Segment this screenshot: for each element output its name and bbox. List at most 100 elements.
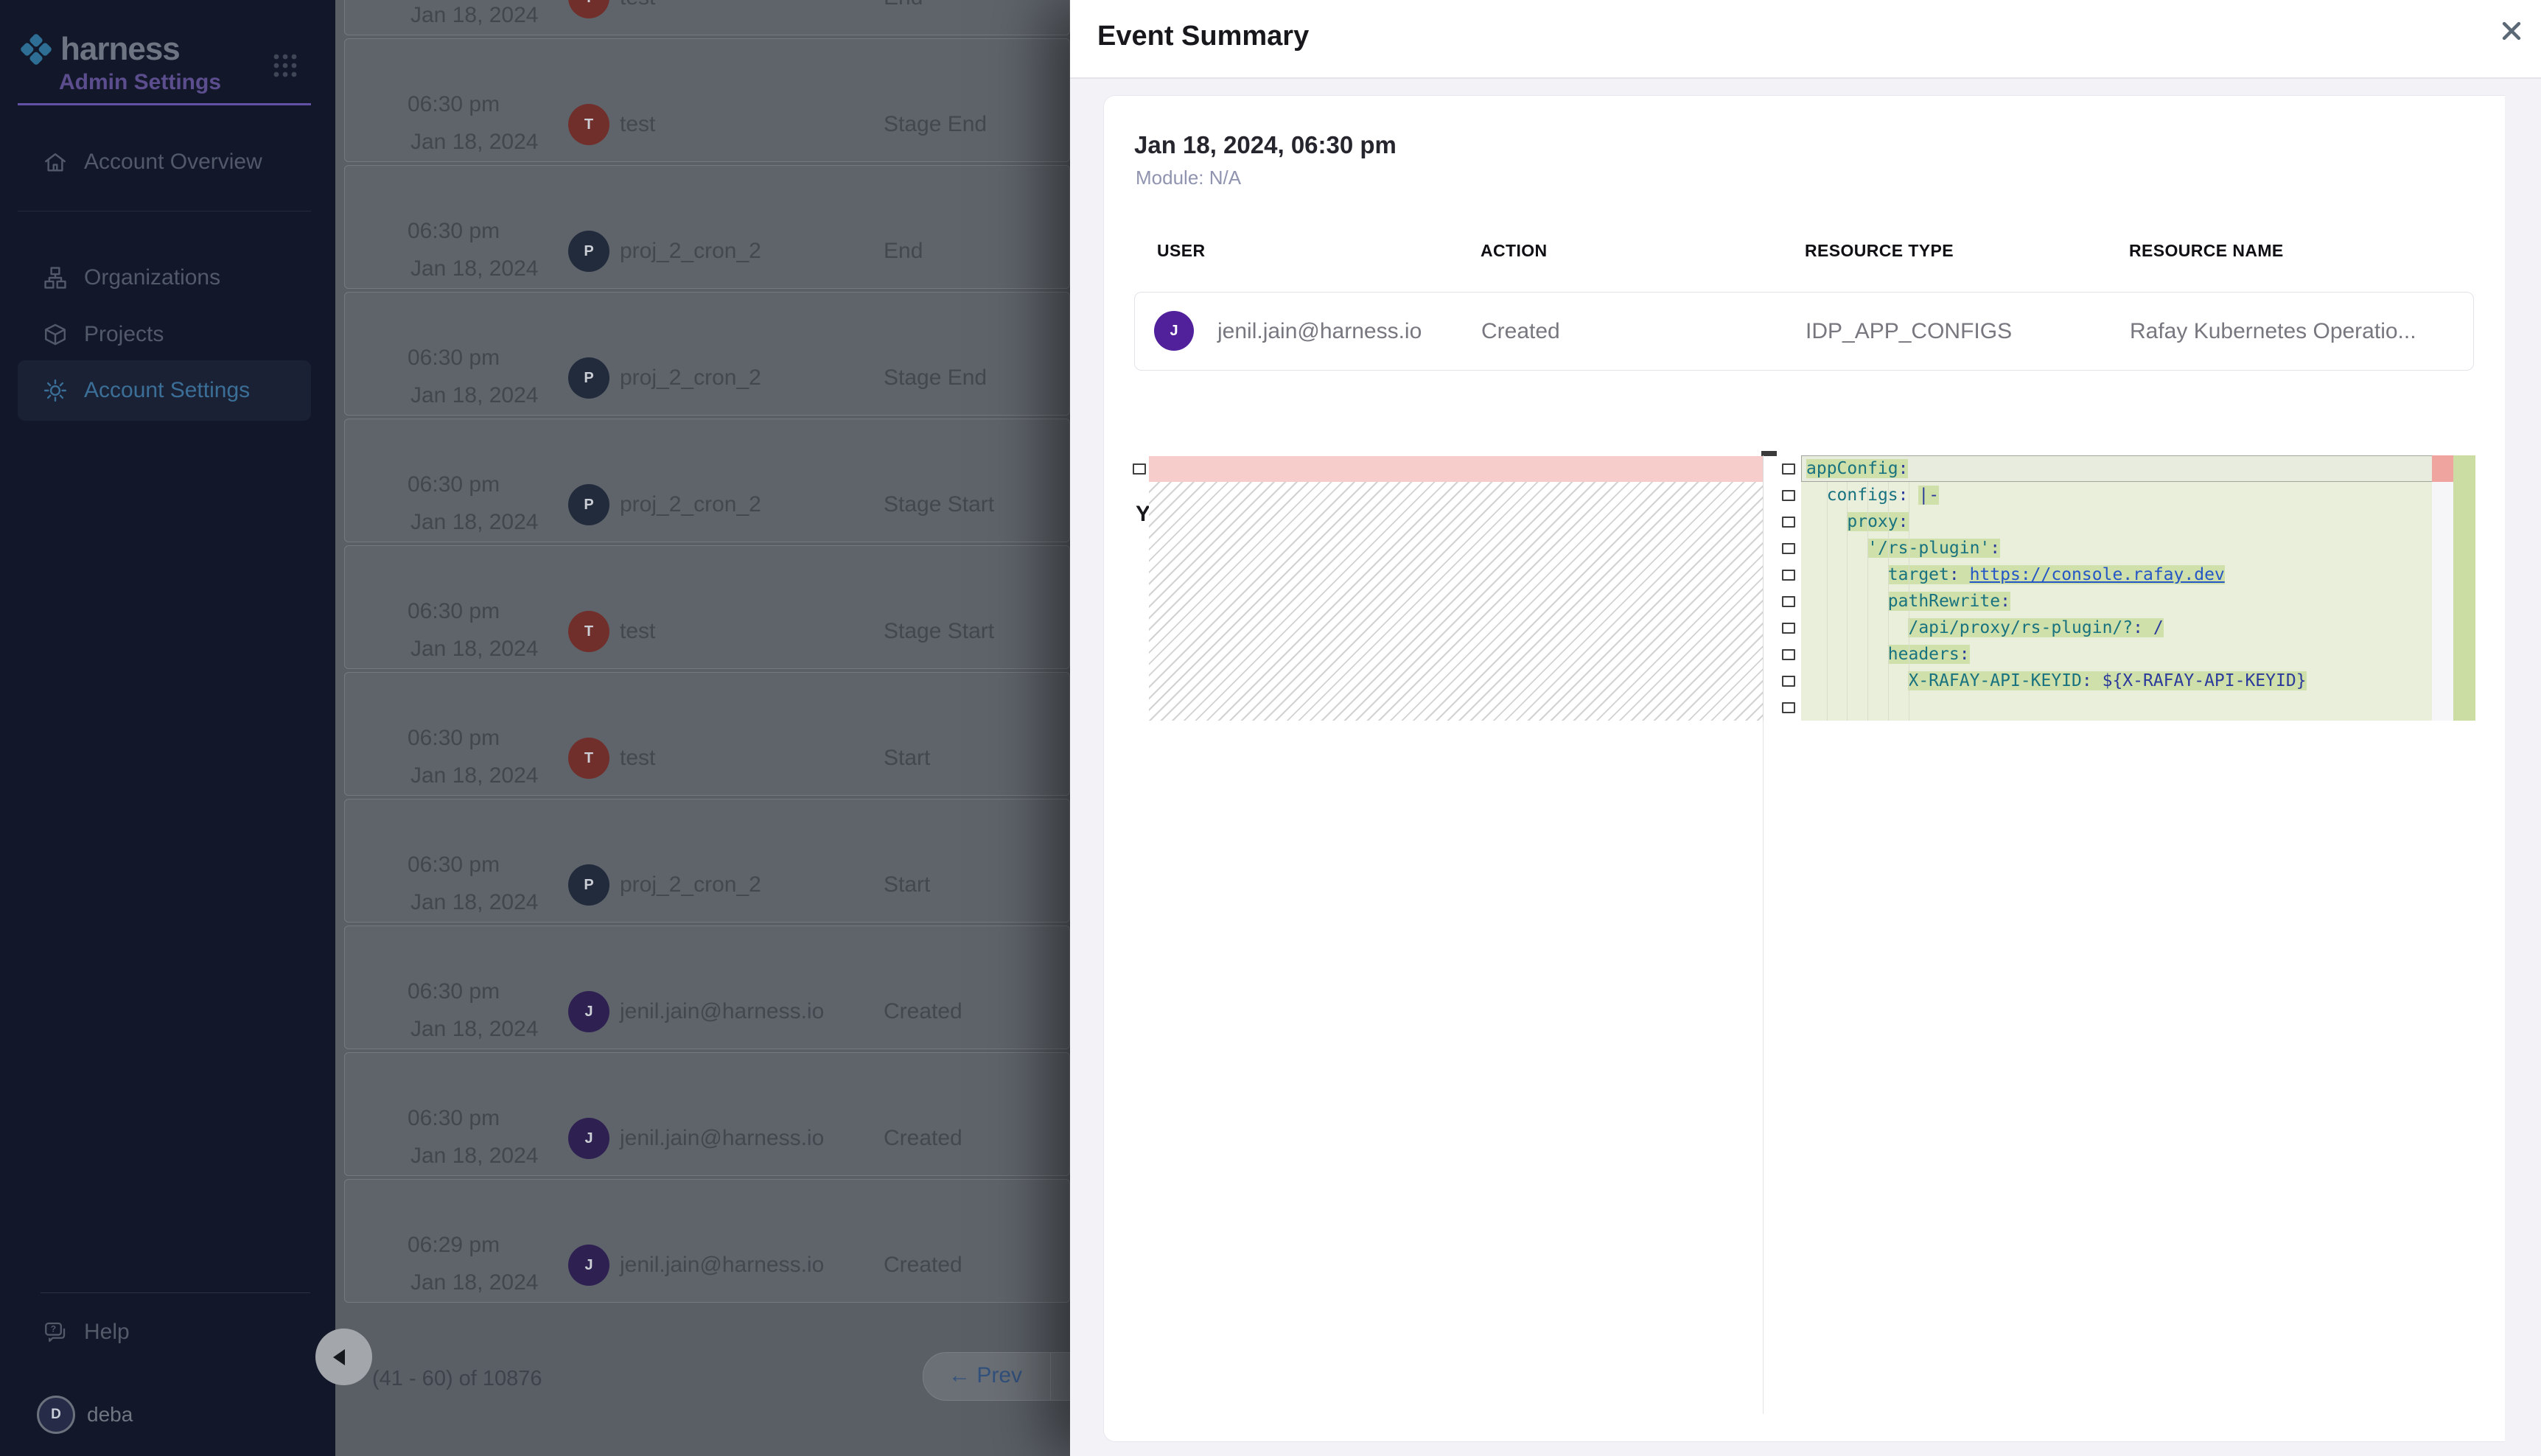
organizations-icon — [43, 265, 68, 290]
event-date: Jan 18, 2024 — [410, 510, 538, 535]
modal-body: Jan 18, 2024, 06:30 pm Module: N/A USER … — [1070, 79, 2541, 1456]
event-action: Created — [884, 999, 962, 1024]
harness-logo-icon — [19, 32, 53, 66]
event-action: Created — [884, 1126, 962, 1151]
pagination-separator — [1050, 1353, 1051, 1400]
sidebar-item-help[interactable]: ? Help — [18, 1302, 311, 1362]
table-row[interactable]: 06:29 pm Jan 18, 2024 J jenil.jain@harne… — [344, 1179, 1070, 1303]
harness-logo: harness — [19, 31, 180, 68]
event-resource-type: IDP_APP_CONFIGS — [1806, 319, 2012, 344]
event-time: 06:30 pm — [408, 726, 500, 751]
column-header-resource-type: RESOURCE TYPE — [1805, 241, 1954, 261]
avatar: P — [568, 864, 609, 906]
sidebar-item-label: Organizations — [84, 265, 220, 290]
table-row[interactable]: Jan 18, 2024 T test End — [344, 0, 1070, 35]
yaml-diff-editor[interactable]: appConfig: configs: |- proxy: '/rs-plugi… — [1127, 455, 2475, 721]
event-action: End — [884, 0, 923, 10]
sidebar-item-account-settings[interactable]: Account Settings — [18, 360, 311, 421]
added-code-lines: appConfig: configs: |- proxy: '/rs-plugi… — [1801, 455, 2432, 721]
sidebar-item-label: Account Overview — [84, 150, 262, 175]
event-user: jenil.jain@harness.io — [1217, 319, 1422, 344]
collapse-left-icon — [333, 1349, 345, 1365]
sidebar-item-organizations[interactable]: Organizations — [18, 248, 311, 308]
code-line: '/rs-plugin': — [1801, 535, 2437, 561]
sidebar: harness Admin Settings Account Overview … — [0, 0, 335, 1456]
event-action: End — [884, 239, 923, 264]
table-row[interactable]: 06:30 pm Jan 18, 2024 T test Stage End — [344, 38, 1070, 162]
code-line: proxy: — [1801, 508, 2437, 535]
event-time: 06:30 pm — [408, 219, 500, 244]
event-module: Module: N/A — [1136, 167, 1241, 189]
help-chat-icon: ? — [43, 1320, 68, 1345]
avatar: T — [568, 0, 609, 18]
code-line: target: https://console.rafay.dev — [1801, 561, 2437, 588]
indent-guide — [1827, 482, 1828, 721]
table-row[interactable]: 06:30 pm Jan 18, 2024 P proj_2_cron_2 St… — [344, 292, 1070, 416]
removed-line — [1149, 456, 1763, 483]
code-line: X-RAFAY-API-KEYID: ${X-RAFAY-API-KEYID} — [1801, 668, 2437, 694]
sidebar-item-projects[interactable]: Projects — [18, 304, 311, 365]
table-row[interactable]: 06:30 pm Jan 18, 2024 P proj_2_cron_2 St… — [344, 419, 1070, 542]
table-row[interactable]: 06:30 pm Jan 18, 2024 J jenil.jain@harne… — [344, 925, 1070, 1049]
column-header-user: USER — [1157, 241, 1206, 261]
column-header-action: ACTION — [1481, 241, 1548, 261]
sidebar-item-label: Projects — [84, 322, 164, 347]
event-datetime: Jan 18, 2024, 06:30 pm — [1134, 131, 1397, 159]
event-user: test — [620, 0, 655, 10]
event-user: proj_2_cron_2 — [620, 492, 761, 517]
event-action: Created — [1481, 319, 1560, 344]
code-line: pathRewrite: — [1801, 588, 2437, 615]
avatar: P — [568, 484, 609, 525]
event-user: jenil.jain@harness.io — [620, 1126, 824, 1151]
gear-icon — [43, 378, 68, 403]
event-action: Stage Start — [884, 619, 994, 644]
code-line: configs: |- — [1801, 482, 2437, 508]
avatar: T — [568, 738, 609, 779]
event-date: Jan 18, 2024 — [410, 256, 538, 281]
avatar: P — [568, 357, 609, 399]
event-time: 06:29 pm — [408, 1233, 500, 1258]
avatar: P — [568, 231, 609, 272]
sidebar-item-account-overview[interactable]: Account Overview — [18, 132, 311, 192]
scrollbar-mark — [1761, 451, 1777, 456]
event-user: proj_2_cron_2 — [620, 365, 761, 391]
home-icon — [43, 150, 68, 175]
cube-icon — [43, 322, 68, 347]
event-user: jenil.jain@harness.io — [620, 1253, 824, 1278]
close-button[interactable] — [2492, 12, 2531, 50]
avatar: J — [1154, 311, 1194, 351]
avatar: T — [568, 611, 609, 652]
table-row[interactable]: 06:30 pm Jan 18, 2024 P proj_2_cron_2 St… — [344, 799, 1070, 923]
pagination-range: (41 - 60) of 10876 — [372, 1367, 542, 1391]
empty-region-hatch — [1149, 482, 1763, 721]
diff-pane-divider-extension — [1763, 721, 1764, 1414]
indent-guide — [1888, 482, 1889, 721]
event-user: jenil.jain@harness.io — [620, 999, 824, 1024]
event-date: Jan 18, 2024 — [410, 1017, 538, 1042]
diff-gutter-marker — [1782, 676, 1795, 687]
current-user-chip[interactable]: D deba — [37, 1396, 133, 1434]
diff-gutter-marker — [1782, 463, 1795, 475]
code-line: headers: — [1801, 641, 2437, 668]
event-resource-name: Rafay Kubernetes Operatio... — [2130, 319, 2416, 344]
diff-gutter-marker — [1782, 623, 1795, 634]
event-time: 06:30 pm — [408, 346, 500, 371]
help-label: Help — [84, 1320, 130, 1345]
diff-gutter-marker — [1782, 596, 1795, 607]
removed-ruler-marker — [2432, 455, 2453, 482]
table-row[interactable]: 06:30 pm Jan 18, 2024 T test Stage Start — [344, 545, 1070, 669]
diff-gutter-marker — [1133, 463, 1146, 475]
table-row[interactable]: 06:30 pm Jan 18, 2024 P proj_2_cron_2 En… — [344, 165, 1070, 289]
audit-event-list: Jan 18, 2024 T test End 06:30 pm Jan 18,… — [335, 0, 1070, 1456]
prev-page-button[interactable]: ← Prev — [948, 1363, 1022, 1388]
table-row[interactable]: 06:30 pm Jan 18, 2024 T test Start — [344, 672, 1070, 796]
logo-text: harness — [60, 31, 180, 68]
event-detail-card: Jan 18, 2024, 06:30 pm Module: N/A USER … — [1103, 95, 2505, 1442]
harness-audit-trail-screen: harness Admin Settings Account Overview … — [0, 0, 2541, 1456]
table-row[interactable]: 06:30 pm Jan 18, 2024 J jenil.jain@harne… — [344, 1052, 1070, 1176]
app-grid-icon[interactable] — [273, 53, 298, 78]
diff-gutter-marker — [1782, 490, 1795, 501]
indent-guide — [1847, 482, 1848, 721]
diff-gutter-marker — [1782, 517, 1795, 528]
sidebar-collapse-handle[interactable] — [315, 1329, 372, 1385]
